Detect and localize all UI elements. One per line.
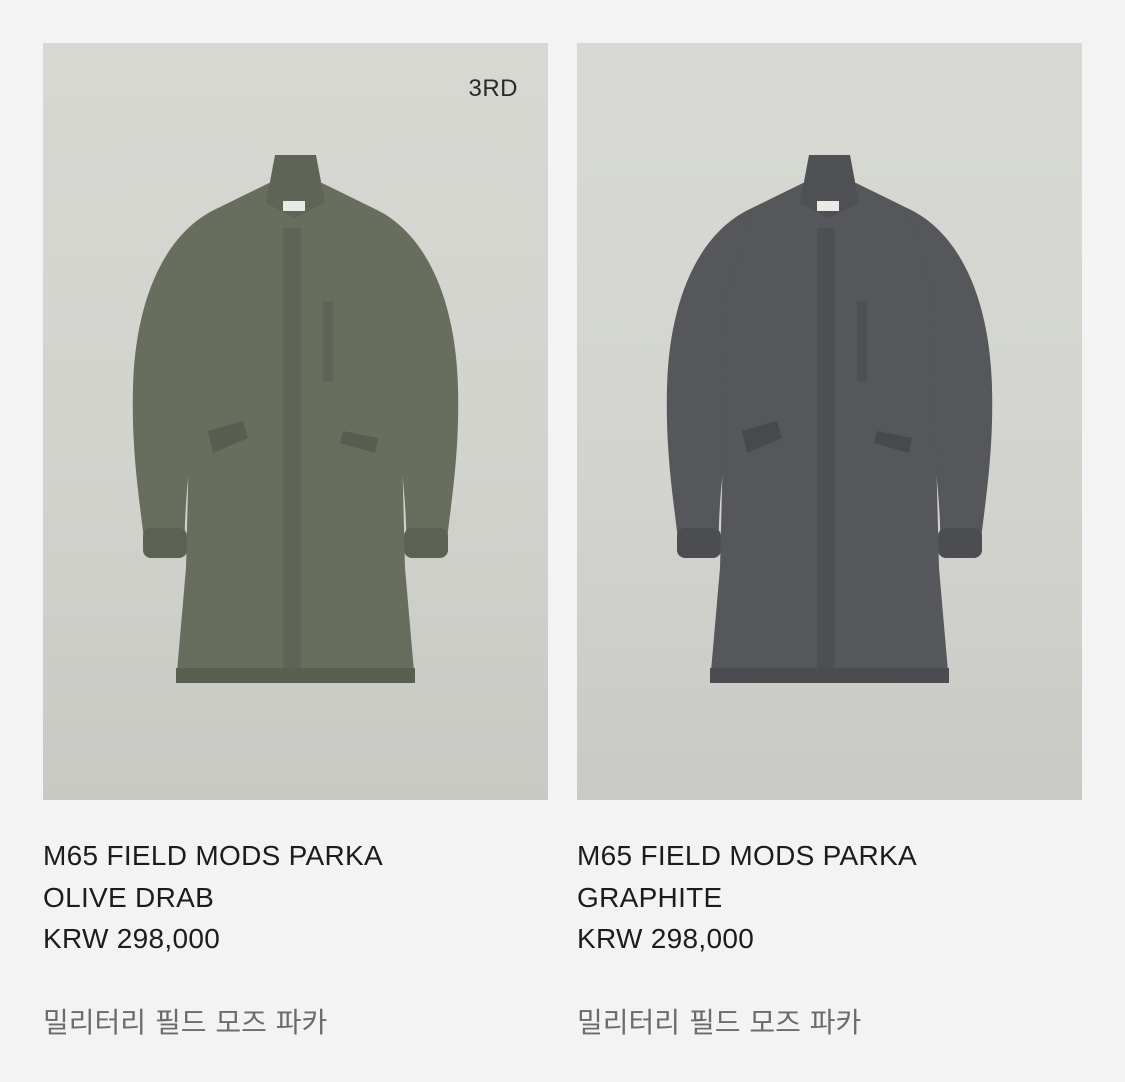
product-name-line1[interactable]: M65 FIELD MODS PARKA [43, 835, 548, 877]
product-price: KRW 298,000 [43, 923, 221, 954]
product-image[interactable] [577, 43, 1082, 800]
product-card-olive[interactable]: 3RD M65 FIELD MODS PARKA OLIVE DRAB KRW … [43, 43, 548, 1043]
product-name[interactable]: M65 FIELD MODS PARKA OLIVE DRAB [43, 835, 548, 919]
product-card-graphite[interactable]: M65 FIELD MODS PARKA GRAPHITE KRW 298,00… [577, 43, 1082, 1043]
product-name[interactable]: M65 FIELD MODS PARKA GRAPHITE [577, 835, 1082, 919]
product-name-line1[interactable]: M65 FIELD MODS PARKA [577, 835, 1082, 877]
product-name-line2[interactable]: GRAPHITE [577, 877, 1082, 919]
product-subtitle: 밀리터리 필드 모즈 파카 [43, 1006, 328, 1039]
product-image[interactable]: 3RD [43, 43, 548, 800]
coat-illustration [666, 155, 993, 683]
product-name-line2[interactable]: OLIVE DRAB [43, 877, 548, 919]
coat-illustration [132, 155, 459, 683]
product-subtitle: 밀리터리 필드 모즈 파카 [577, 1006, 862, 1039]
product-grid: 3RD M65 FIELD MODS PARKA OLIVE DRAB KRW … [43, 43, 1082, 1043]
product-price: KRW 298,000 [577, 923, 755, 954]
product-badge: 3RD [468, 75, 518, 102]
